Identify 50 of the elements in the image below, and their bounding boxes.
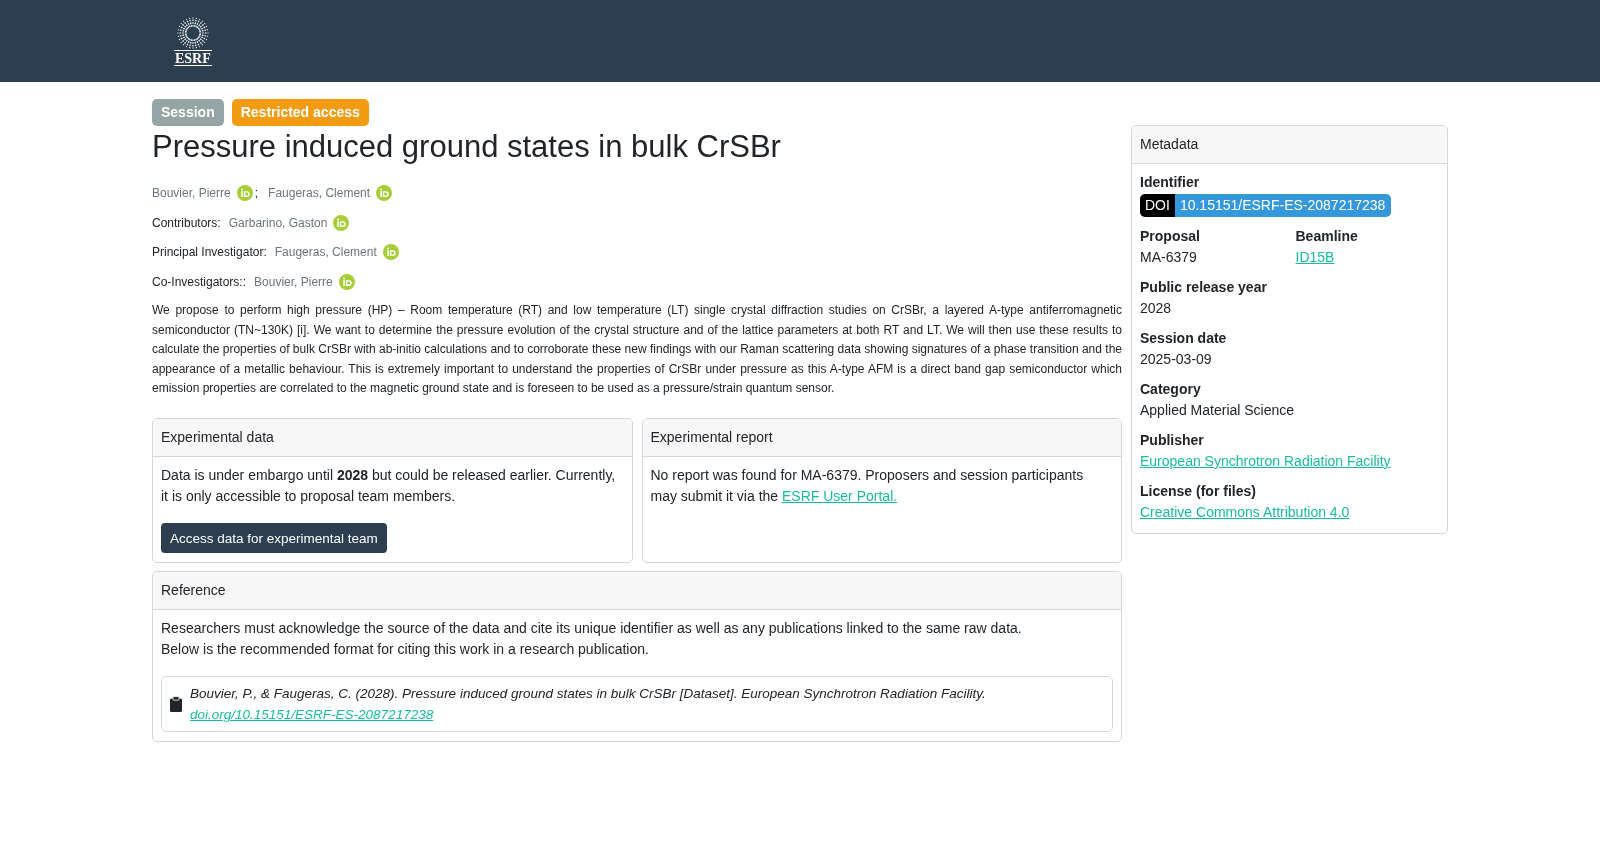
reference-text: Below is the recommended format for citing this work in a research publication. [161,640,650,660]
field-label: Proposal [1140,227,1201,246]
id-icon[interactable] [236,185,253,201]
panel-heading: Reference [153,572,1121,611]
report-text: No report was found for MA-6379. Proposers and session participants may submit it via the ESRF User Portal. [650,466,1085,507]
clipboard-icon[interactable] [170,696,182,713]
person-name: Faugeras, Clement [274,244,377,262]
doi-link[interactable]: doi.org/10.15151/ESRF-ES-2087217238 [190,707,434,723]
id-icon[interactable] [382,244,399,261]
panel-heading: Metadata [1132,126,1447,164]
field-link[interactable]: Creative Commons Attribution 4.0 [1140,504,1350,520]
starburst-icon [176,17,209,49]
person-name: Bouvier, Pierre [254,273,333,291]
field-label: Beamline [1295,227,1359,246]
role-label: Co-Investigators:: [152,273,247,291]
embargo-text: Data is under embargo until 2028 but could be released earlier. Currently, it is only accessible to proposal team members. [161,466,617,507]
panel-heading: Experimental report [642,419,1121,458]
field-label: Public release year [1140,278,1268,297]
doi-value[interactable]: 10.15151/ESRF-ES-2087217238 [1174,194,1392,217]
logo-link[interactable]: ESRF [174,17,212,66]
role-label: Contributors: [152,214,221,232]
citation-text: Bouvier, P., & Faugeras, C. (2028). Pressure induced ground states in bulk CrSBr [Dataset]. European Synchrotron Radiation Facility. doi.org/10.15151/ESRF-ES-2087217238 [190,685,987,725]
access-data-button[interactable]: Access data for experimental team [161,523,387,554]
field-value: Applied Material Science [1140,401,1296,420]
field-value: 2025-03-09 [1140,350,1213,369]
status-label: Session [152,99,224,126]
separator-text: ; [254,185,259,202]
reference-text: Researchers must acknowledge the source of the data and cite its unique identifier as well as any publications linked to the same raw data. [161,619,1023,639]
field-label: Publisher [1140,431,1205,450]
user-portal-link[interactable]: ESRF User Portal. [782,488,898,505]
field-link[interactable]: European Synchrotron Radiation Facility [1140,453,1391,469]
doi-label: DOI [1140,194,1175,217]
person-name: Bouvier, Pierre [152,185,231,202]
status-label: Restricted access [231,99,369,126]
field-label: Identifier [1140,173,1201,192]
page-title: Pressure induced ground states in bulk CrSBr [152,128,782,165]
role-label: Principal Investigator: [152,244,267,262]
panel-heading: Experimental data [153,419,632,458]
field-label: License (for files) [1140,482,1257,501]
field-label: Category [1140,380,1202,399]
id-icon[interactable] [338,273,355,290]
person-name: Garbarino, Gaston [228,214,328,232]
field-value: MA-6379 [1140,248,1198,267]
id-icon[interactable] [333,214,350,231]
abstract-text: We propose to perform high pressure (HP) – Room temperature (RT) and low temperature (LT) single crystal diffraction studies on CrSBr, a layered A-type antiferromagnetic semiconductor (TN~130K) [i]. We want to determine the pressure evolution of the crystal structure and of the lattice parameters at both RT and LT. We will then use these results to calculate the properties of bulk CrSBr with ab-initio calculations and to corroborate these new findings with our Raman scattering data showing signatures of a phase transition and the appearance of a metallic behaviour. This is extremely important to understand the properties of CrSBr under pressure as this A-type AFM is a direct band gap semiconductor which emission properties are correlated to the magnetic ground state and is foreseen to be used as a pressure/strain quantum sensor. [152,302,1122,397]
field-label: Session date [1140,329,1228,348]
person-name: Faugeras, Clement [268,185,371,202]
id-icon[interactable] [376,185,393,201]
field-value: 2028 [1140,299,1173,318]
field-link[interactable]: ID15B [1295,249,1335,265]
